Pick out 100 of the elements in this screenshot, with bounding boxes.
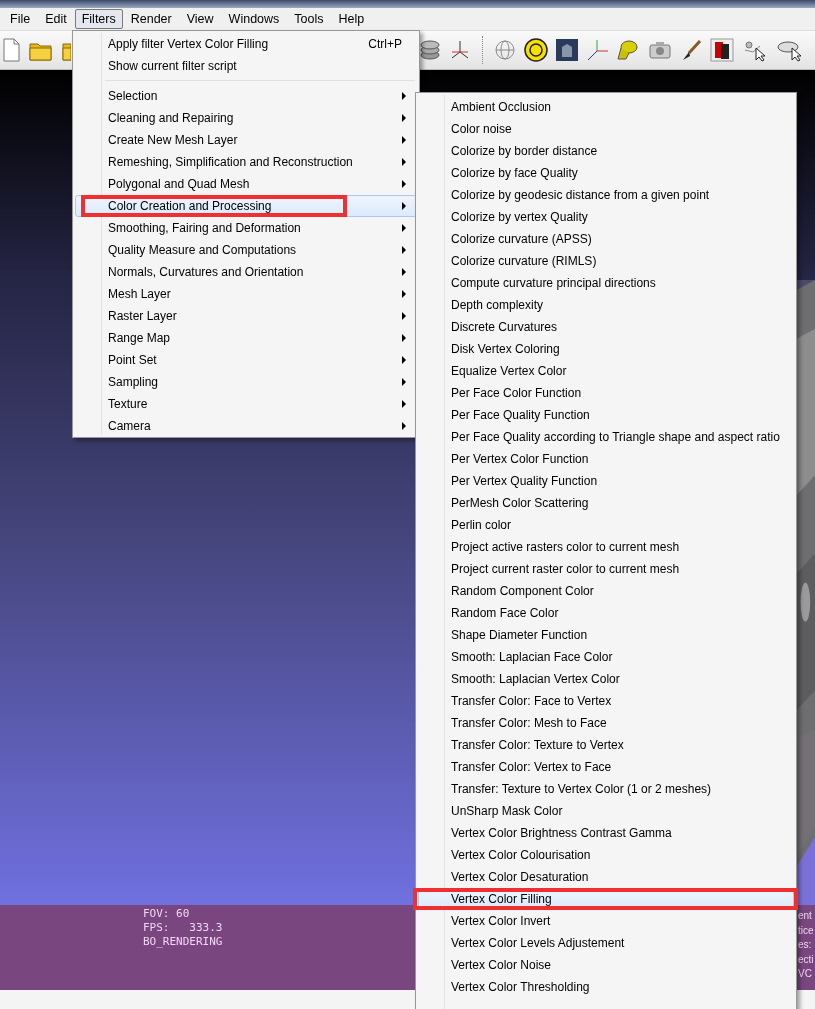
tape-icon[interactable] [616, 39, 640, 61]
menu-item[interactable]: Vertex Color Invert [418, 910, 794, 932]
submenu-arrow-icon [402, 356, 406, 364]
menu-item[interactable]: Discrete Curvatures [418, 316, 794, 338]
menu-item[interactable]: Perlin color [418, 514, 794, 536]
submenu-arrow-icon [402, 334, 406, 342]
document-icon[interactable] [2, 38, 20, 62]
info-text: ecti [798, 952, 814, 967]
logo-icon[interactable] [710, 38, 734, 62]
menu-item[interactable]: Point Set [75, 349, 417, 371]
menu-item[interactable]: Equalize Vertex Color [418, 360, 794, 382]
info-text: es: [798, 938, 813, 952]
submenu-arrow-icon [402, 290, 406, 298]
menu-item[interactable]: Depth complexity [418, 294, 794, 316]
info-text: FOV: 60 [143, 907, 191, 921]
menu-item[interactable]: Create New Mesh Layer [75, 129, 417, 151]
menu-item[interactable]: Mesh Layer [75, 283, 417, 305]
submenu-arrow-icon [402, 158, 406, 166]
camera-icon[interactable] [648, 39, 672, 61]
submenu-arrow-icon [402, 312, 406, 320]
circle-icon[interactable] [524, 38, 548, 62]
menu-item[interactable]: Project active rasters color to current mesh [418, 536, 794, 558]
menu-item[interactable]: Range Map [75, 327, 417, 349]
menu-item[interactable]: View [179, 9, 221, 29]
menu-item[interactable]: PerMesh Color Scattering [418, 492, 794, 514]
info-text: BO_RENDERING [143, 935, 223, 949]
menu-item[interactable]: UnSharp Mask Color [418, 800, 794, 822]
menu-item[interactable]: Vertex Color Thresholding [418, 976, 794, 998]
menu-item[interactable]: Ambient Occlusion [418, 96, 794, 118]
menu-item[interactable]: Disk Vertex Coloring [418, 338, 794, 360]
building-icon[interactable] [556, 39, 578, 61]
menu-item[interactable]: Vertex Color Brightness Contrast Gamma [418, 822, 794, 844]
menu-item[interactable]: Transfer Color: Mesh to Face [418, 712, 794, 734]
submenu-arrow-icon [402, 136, 406, 144]
menu-item[interactable]: Camera [75, 415, 417, 437]
menu-item[interactable]: Color noise [418, 118, 794, 140]
globe-icon[interactable] [494, 39, 516, 61]
menu-item[interactable]: Per Face Quality according to Triangle shape and aspect ratio [418, 426, 794, 448]
submenu-arrow-icon [402, 202, 406, 210]
brush-icon[interactable] [680, 39, 702, 61]
menu-item[interactable]: Texture [75, 393, 417, 415]
menu-item[interactable]: Show current filter script [75, 55, 417, 77]
menu-item[interactable]: Polygonal and Quad Mesh [75, 173, 417, 195]
cursor-icon[interactable] [742, 38, 768, 62]
menu-item[interactable]: Selection [75, 85, 417, 107]
menu-item[interactable]: Quality Measure and Computations [75, 239, 417, 261]
menu-item[interactable]: Help [331, 9, 372, 29]
menu-item[interactable]: Per Vertex Color Function [418, 448, 794, 470]
menu-item[interactable]: Vertex Color Colourisation [418, 844, 794, 866]
menu-item[interactable]: Smoothing, Fairing and Deformation [75, 217, 417, 239]
menu-item[interactable]: Edit [38, 9, 74, 29]
menu-item[interactable]: Per Face Quality Function [418, 404, 794, 426]
axes-icon[interactable] [586, 39, 608, 61]
menu-item[interactable]: Transfer: Texture to Vertex Color (1 or 2 meshes) [418, 778, 794, 800]
info-text: tice [798, 923, 814, 938]
menu-item[interactable]: Smooth: Laplacian Face Color [418, 646, 794, 668]
menu-item[interactable]: Filters [74, 9, 123, 29]
menu-item[interactable]: Transfer Color: Vertex to Face [418, 756, 794, 778]
menu-item[interactable]: Transfer Color: Face to Vertex [418, 690, 794, 712]
menu-item[interactable]: Random Component Color [418, 580, 794, 602]
submenu-arrow-icon [402, 268, 406, 276]
menu-item[interactable]: Raster Layer [75, 305, 417, 327]
menu-item[interactable]: File [3, 9, 38, 29]
submenu-arrow-icon [402, 224, 406, 232]
menu-item[interactable]: Vertex Color Desaturation [418, 866, 794, 888]
menu-item[interactable]: Random Face Color [418, 602, 794, 624]
menu-item[interactable]: Colorize by face Quality [418, 162, 794, 184]
menu-item[interactable]: Vertex Color Levels Adjustement [418, 932, 794, 954]
menu-item[interactable]: Normals, Curvatures and Orientation [75, 261, 417, 283]
menu-item[interactable]: Smooth: Laplacian Vertex Color [418, 668, 794, 690]
menu-item[interactable]: Tools [287, 9, 331, 29]
menu-item[interactable]: Per Vertex Quality Function [418, 470, 794, 492]
info-text: FPS: 333.3 [143, 921, 223, 935]
menu-item[interactable]: Project current raster color to current mesh [418, 558, 794, 580]
axes-icon[interactable] [449, 39, 471, 61]
info-text: VC [798, 967, 813, 981]
menu-item[interactable]: Apply filter Vertex Color Filling Ctrl+P [75, 33, 417, 55]
submenu-arrow-icon [402, 180, 406, 188]
submenu-arrow-icon [402, 114, 406, 122]
menu-item[interactable]: Vertex Color Noise [418, 954, 794, 976]
submenu-arrow-icon [402, 378, 406, 386]
menu-item[interactable]: Transfer Color: Texture to Vertex [418, 734, 794, 756]
menu-item[interactable]: Shape Diameter Function [418, 624, 794, 646]
menu-item[interactable]: Colorize by border distance [418, 140, 794, 162]
submenu-arrow-icon [402, 92, 406, 100]
layers-icon[interactable] [419, 39, 441, 61]
menu-item[interactable]: Compute curvature principal directions [418, 272, 794, 294]
cursor-icon[interactable] [776, 38, 804, 62]
menu-item[interactable]: Colorize by vertex Quality [418, 206, 794, 228]
menu-item[interactable]: Render [123, 9, 179, 29]
menu-item[interactable]: Colorize curvature (RIMLS) [418, 250, 794, 272]
menu-item[interactable]: Sampling [75, 371, 417, 393]
menu-item[interactable]: Remeshing, Simplification and Reconstruction [75, 151, 417, 173]
submenu-arrow-icon [402, 400, 406, 408]
info-text: ent [798, 909, 813, 923]
menu-item[interactable]: Windows [221, 9, 287, 29]
menu-item[interactable]: Per Face Color Function [418, 382, 794, 404]
menu-item[interactable]: Cleaning and Repairing [75, 107, 417, 129]
menu-item[interactable]: Colorize curvature (APSS) [418, 228, 794, 250]
menu-item[interactable]: Colorize by geodesic distance from a given point [418, 184, 794, 206]
